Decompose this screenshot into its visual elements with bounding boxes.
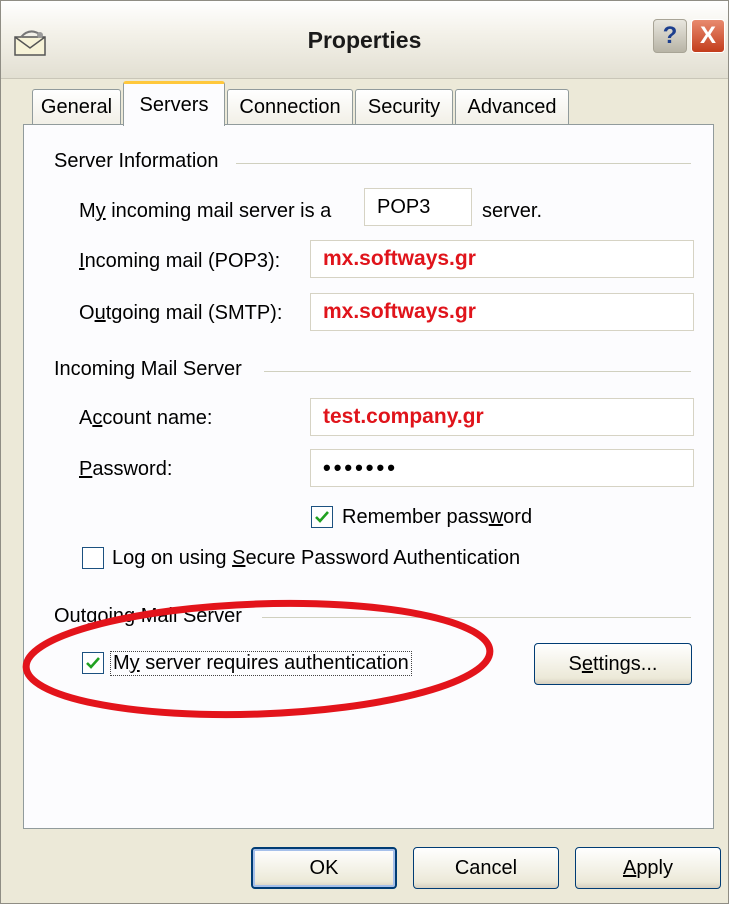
remember-password-label[interactable]: Remember password — [342, 506, 532, 529]
close-icon: X — [699, 22, 716, 49]
help-button[interactable]: ? — [653, 19, 687, 53]
tab-security-label: Security — [367, 96, 441, 118]
tab-general-label: General — [40, 96, 113, 118]
server-information-heading: Server Information — [54, 150, 219, 172]
close-button[interactable]: X — [691, 19, 725, 53]
settings-button[interactable]: Se ttings... — [534, 643, 692, 685]
cancel-button[interactable]: Cancel — [413, 847, 559, 889]
incoming-server-type-suffix: server. — [482, 200, 543, 222]
outgoing-mail-input[interactable]: mx.softways.gr — [310, 293, 694, 331]
ok-button[interactable]: OK — [251, 847, 397, 889]
window-title: Properties — [307, 27, 422, 53]
incoming-mail-input[interactable]: mx.softways.gr — [310, 240, 694, 278]
tab-connection-label: Connection — [239, 96, 341, 118]
checkmark-icon — [86, 657, 100, 669]
tab-servers[interactable]: Servers — [123, 81, 225, 126]
spa-label[interactable]: Log on using Secure Password Authenticat… — [112, 547, 520, 570]
incoming-mail-server-heading: Incoming Mail Server — [54, 358, 242, 380]
account-name-input[interactable]: test.company.gr — [310, 398, 694, 436]
incoming-server-type-field: POP3 — [364, 188, 472, 226]
group-divider — [236, 163, 691, 164]
checkmark-icon — [315, 511, 329, 523]
tab-servers-label: Servers — [139, 93, 209, 116]
title-bar[interactable]: Properties ? X — [1, 1, 728, 79]
properties-dialog: Properties ? X General Servers Connectio… — [0, 0, 729, 904]
spa-checkbox[interactable] — [82, 547, 104, 569]
tab-advanced[interactable]: Advanced — [455, 89, 569, 125]
servers-tab-panel: Server Information My incoming mail serv… — [23, 124, 714, 829]
incoming-server-type-label: My incoming mail server is a — [79, 200, 332, 222]
password-label: Password: — [79, 458, 173, 480]
apply-button[interactable]: Apply — [575, 847, 721, 889]
outgoing-mail-label: Outgoing mail (SMTP): — [79, 302, 283, 324]
server-requires-auth-checkbox[interactable] — [82, 652, 104, 674]
outgoing-mail-server-heading: Outgoing Mail Server — [54, 605, 242, 627]
password-input[interactable]: ••••••• — [310, 449, 694, 487]
remember-password-checkbox[interactable] — [311, 506, 333, 528]
account-name-label: Account name: — [79, 407, 213, 429]
server-requires-auth-label[interactable]: My server requires authentication — [110, 651, 412, 676]
tab-general[interactable]: General — [32, 89, 121, 125]
help-icon: ? — [662, 22, 678, 49]
tab-connection[interactable]: Connection — [227, 89, 353, 125]
tab-advanced-label: Advanced — [467, 96, 557, 118]
tab-security[interactable]: Security — [355, 89, 453, 125]
group-divider — [262, 617, 691, 618]
incoming-mail-label: Incoming mail (POP3): — [79, 250, 281, 272]
group-divider — [264, 371, 691, 372]
